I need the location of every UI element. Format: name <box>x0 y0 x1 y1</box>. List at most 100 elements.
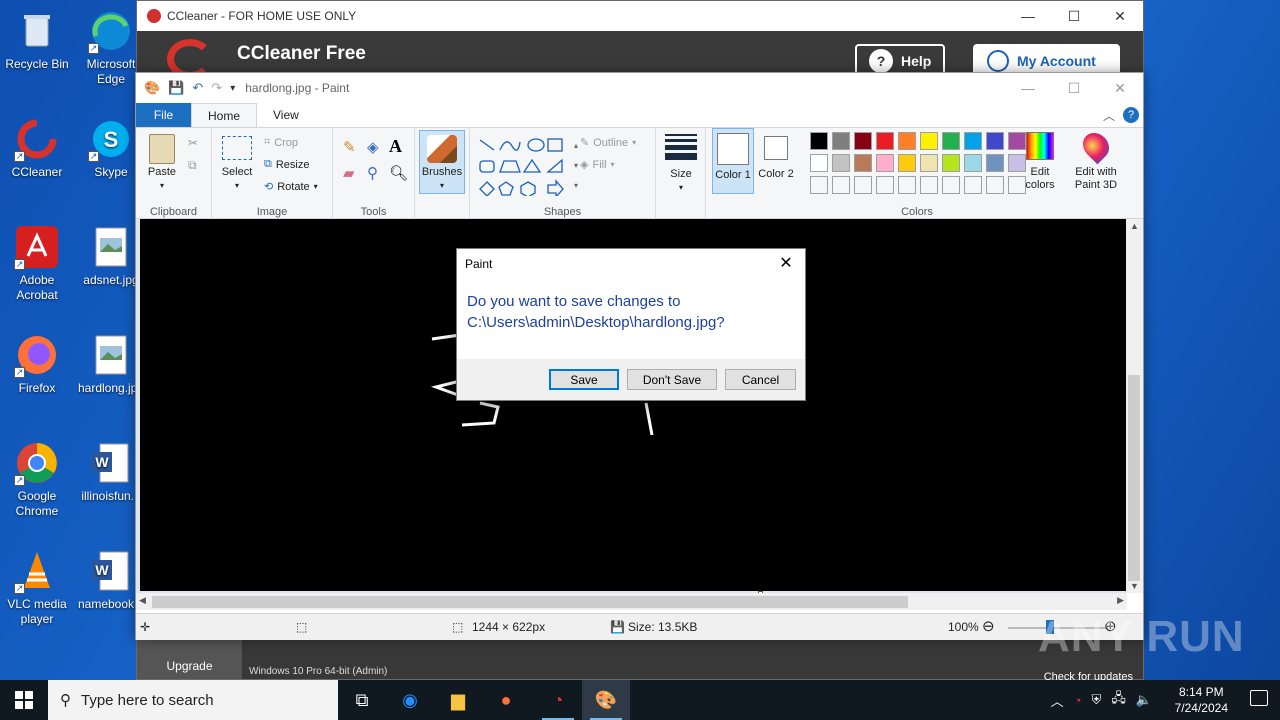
taskbar-clock[interactable]: 8:14 PM 7/24/2024 <box>1175 684 1228 716</box>
magnifier-icon[interactable]: 🔍︎ <box>389 164 408 182</box>
redo-icon[interactable]: ↷ <box>211 80 222 96</box>
color-swatch[interactable] <box>920 154 938 172</box>
tab-view[interactable]: View <box>257 103 315 127</box>
dont-save-button[interactable]: Don't Save <box>627 369 717 390</box>
color-swatch[interactable] <box>832 176 850 194</box>
color1-button[interactable]: Color 1 <box>712 128 754 194</box>
scroll-up-icon[interactable]: ▲ <box>1130 221 1139 231</box>
select-button[interactable]: Select ▾ <box>220 136 254 192</box>
dialog-close-button[interactable]: ✕ <box>773 252 799 274</box>
start-button[interactable] <box>0 680 48 720</box>
tray-volume-icon[interactable]: 🔈 <box>1136 692 1152 708</box>
tray-ccleaner-icon[interactable]: ◔ <box>1074 693 1082 708</box>
tab-file[interactable]: File <box>136 103 191 127</box>
collapse-ribbon-icon[interactable]: ︿ <box>1103 107 1115 124</box>
color-swatch[interactable] <box>920 132 938 150</box>
task-view-button[interactable]: ⧉ <box>338 680 386 720</box>
taskbar-firefox[interactable]: ● <box>482 680 530 720</box>
desktop-icon-ccleaner[interactable]: ↗ CCleaner <box>0 116 74 180</box>
shapes-gallery[interactable] <box>476 136 572 196</box>
color-swatch[interactable] <box>920 176 938 194</box>
paint-maximize-button[interactable]: ☐ <box>1051 73 1097 103</box>
tray-shield-icon[interactable]: ⛨ <box>1092 692 1102 708</box>
text-icon[interactable]: A <box>389 136 402 157</box>
paste-button[interactable]: Paste ▾ <box>144 134 180 192</box>
vertical-scroll-thumb[interactable] <box>1128 375 1140 581</box>
taskbar-ccleaner[interactable]: ◔ <box>534 680 582 720</box>
color-swatch[interactable] <box>964 154 982 172</box>
taskbar-search-box[interactable]: ⚲ Type here to search <box>48 680 338 720</box>
color-swatch[interactable] <box>986 154 1004 172</box>
desktop-icon-vlc[interactable]: ↗ VLC media player <box>0 548 74 627</box>
color-swatch[interactable] <box>964 176 982 194</box>
customize-qa-icon[interactable]: ▾ <box>230 83 235 94</box>
taskbar-edge[interactable]: ◉ <box>386 680 434 720</box>
crop-button[interactable]: ⌗ Crop <box>264 136 298 149</box>
color-picker-icon[interactable]: ⚲ <box>367 164 378 182</box>
scroll-down-icon[interactable]: ▼ <box>1130 581 1139 591</box>
horizontal-scrollbar[interactable]: ◀ ▶ <box>136 593 1127 610</box>
color-swatch[interactable] <box>942 132 960 150</box>
save-button[interactable]: Save <box>549 369 619 390</box>
color-swatch[interactable] <box>810 176 828 194</box>
color-swatch[interactable] <box>876 132 894 150</box>
color-swatch[interactable] <box>810 132 828 150</box>
color-swatch[interactable] <box>854 176 872 194</box>
resize-button[interactable]: ⧉ Resize <box>264 158 309 171</box>
edit-colors-button[interactable]: Edit colors <box>1020 132 1060 192</box>
taskbar-paint[interactable]: 🎨 <box>582 680 630 720</box>
paint-close-button[interactable]: ✕ <box>1097 73 1143 103</box>
copy-icon[interactable]: ⧉ <box>188 158 197 173</box>
edit-paint3d-button[interactable]: Edit with Paint 3D <box>1068 127 1124 192</box>
notifications-button[interactable] <box>1250 690 1268 706</box>
close-button[interactable]: ✕ <box>1097 1 1143 31</box>
vertical-scrollbar[interactable]: ▲ ▼ <box>1126 219 1143 593</box>
color-swatch[interactable] <box>832 132 850 150</box>
save-icon[interactable]: 💾 <box>168 80 184 96</box>
color-swatch[interactable] <box>810 154 828 172</box>
color-swatch[interactable] <box>898 176 916 194</box>
tray-chevron-icon[interactable]: ︿ <box>1051 691 1064 710</box>
paint-minimize-button[interactable]: — <box>1005 73 1051 103</box>
color-swatch[interactable] <box>986 132 1004 150</box>
zoom-out-icon[interactable]: ⊖ <box>982 617 995 635</box>
taskbar-file-explorer[interactable]: ▆ <box>434 680 482 720</box>
color-swatch[interactable] <box>942 176 960 194</box>
color-swatch[interactable] <box>854 154 872 172</box>
cancel-button[interactable]: Cancel <box>725 369 796 390</box>
upgrade-button[interactable]: Upgrade <box>137 639 242 679</box>
undo-icon[interactable]: ↶ <box>192 80 203 96</box>
eraser-icon[interactable]: ▰ <box>343 164 355 182</box>
tray-network-icon[interactable]: 🖧 <box>1111 689 1126 711</box>
fill-button[interactable]: ◈ Fill ▾ <box>580 158 615 172</box>
desktop-icon-chrome[interactable]: ↗ Google Chrome <box>0 440 74 519</box>
help-icon[interactable]: ? <box>1123 107 1139 123</box>
desktop-icon-acrobat[interactable]: ↗ Adobe Acrobat <box>0 224 74 303</box>
rotate-button[interactable]: ⟲ Rotate ▾ <box>264 180 318 194</box>
color-swatch[interactable] <box>876 176 894 194</box>
color-swatch[interactable] <box>876 154 894 172</box>
fill-bucket-icon[interactable]: ◈ <box>367 138 379 156</box>
color-swatch[interactable] <box>832 154 850 172</box>
shapes-scroll-icon[interactable]: ▴ ▾ ▾ <box>574 136 578 196</box>
size-button[interactable]: Size ▾ <box>664 134 698 194</box>
scroll-right-icon[interactable]: ▶ <box>1117 595 1124 606</box>
color-swatch[interactable] <box>964 132 982 150</box>
outline-button[interactable]: ✎ Outline ▾ <box>580 136 636 150</box>
cut-icon[interactable]: ✂ <box>188 136 198 150</box>
color-swatch[interactable] <box>942 154 960 172</box>
tab-home[interactable]: Home <box>191 103 258 127</box>
color2-button[interactable]: Color 2 <box>756 128 796 181</box>
minimize-button[interactable]: — <box>1005 1 1051 31</box>
color-swatch[interactable] <box>854 132 872 150</box>
color-swatch[interactable] <box>986 176 1004 194</box>
scroll-left-icon[interactable]: ◀ <box>139 595 146 606</box>
color-swatch[interactable] <box>898 132 916 150</box>
brushes-button[interactable]: Brushes ▾ <box>419 130 465 194</box>
desktop-icon-firefox[interactable]: ↗ Firefox <box>0 332 74 396</box>
desktop-icon-recycle-bin[interactable]: Recycle Bin <box>0 8 74 72</box>
maximize-button[interactable]: ☐ <box>1051 1 1097 31</box>
color-swatch[interactable] <box>898 154 916 172</box>
pencil-icon[interactable]: ✎ <box>343 138 356 156</box>
horizontal-scroll-thumb[interactable] <box>152 596 908 608</box>
